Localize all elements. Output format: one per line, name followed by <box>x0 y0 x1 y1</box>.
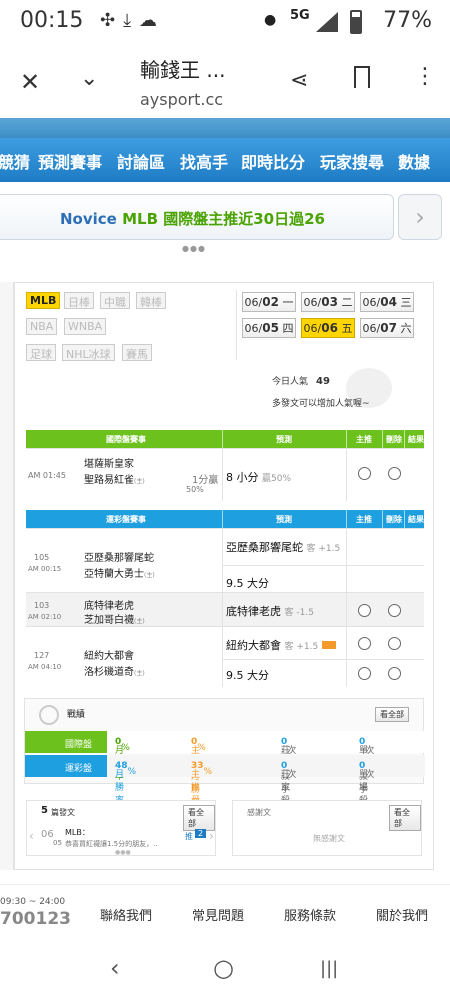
battery-percent: 77% <box>383 8 432 33</box>
sport-tag[interactable]: 中職 <box>100 292 130 309</box>
nav-item[interactable]: 預測賽事 <box>38 149 102 173</box>
browser-toolbar: ✕ ⌄ 輸錢王 ... aysport.cc ⋖ ⋮ <box>0 46 450 118</box>
footer-link[interactable]: 常見問題 <box>192 905 244 924</box>
sport-tag[interactable]: 韓棒 <box>136 292 166 309</box>
chevron-right-icon[interactable]: › <box>209 829 214 843</box>
date-button[interactable]: 06/02 一 <box>242 292 296 312</box>
date-button-selected[interactable]: 06/06 五 <box>301 318 355 338</box>
system-nav-bar: ‹ ○ ||| <box>0 940 450 1000</box>
delete-radio[interactable] <box>388 604 401 617</box>
delete-radio[interactable] <box>388 467 401 480</box>
service-phone[interactable]: 700123 <box>0 909 71 929</box>
close-icon[interactable]: ✕ <box>20 68 40 96</box>
signal-icon <box>316 12 338 32</box>
chevron-down-icon[interactable]: ⌄ <box>80 66 98 91</box>
main-pick-radio[interactable] <box>358 604 371 617</box>
table-row: 105 AM 00:15 亞歷桑那響尾蛇 亞特蘭大勇士(主) 亞歷桑那響尾蛇 客… <box>26 528 424 593</box>
home-icon[interactable]: ○ <box>213 954 234 982</box>
nav-item[interactable]: 數據 <box>398 149 430 173</box>
sport-tag[interactable]: 日棒 <box>64 292 94 309</box>
date-button[interactable]: 06/07 六 <box>360 318 414 338</box>
share-icon[interactable]: ⋖ <box>290 68 308 93</box>
table-row: 127 AM 04:10 紐約大都會 洛杉磯道奇(主) 紐約大都會 客 +1.5… <box>26 626 424 687</box>
sport-tag[interactable]: WNBA <box>64 318 107 335</box>
intl-table-header: 國際盤賽事 預測 主推 刪除 結果 <box>26 430 424 448</box>
status-bar: 00:15 ✣⤓☁ ● 5G 77% <box>0 0 450 46</box>
date-button[interactable]: 06/05 四 <box>242 318 296 338</box>
nav-item[interactable]: 即時比分 <box>241 149 305 173</box>
thanks-box: 感謝文 看全部 無感謝文 <box>232 800 422 856</box>
dot-icon: ● <box>264 12 277 28</box>
main-pick-radio[interactable] <box>358 667 371 680</box>
calculator-icon <box>321 641 336 649</box>
main-pick-radio[interactable] <box>358 467 371 480</box>
banner-text: Novice MLB 國際盤主推近30日過26 <box>60 210 325 228</box>
promo-banner[interactable]: Novice MLB 國際盤主推近30日過26 <box>0 194 394 240</box>
view-all-button[interactable]: 看全部 <box>183 805 215 831</box>
footer: 09:30 ~ 24:00 700123 聯絡我們 常見問題 服務條款 關於我們 <box>0 884 450 938</box>
url-text[interactable]: aysport.cc <box>140 90 223 109</box>
sport-table-header: 運彩盤賽事 預測 主推 刪除 結果 <box>26 510 424 528</box>
target-icon <box>39 705 59 725</box>
popularity: 今日人氣 49 <box>272 376 330 387</box>
notification-icons: ✣⤓☁ <box>100 10 166 31</box>
popularity-note: 多發文可以增加人氣喔~ <box>272 399 370 409</box>
sport-tag[interactable]: NHL冰球 <box>62 344 115 361</box>
nav-item[interactable]: 討論區 <box>117 149 165 173</box>
sport-tag-mlb[interactable]: MLB <box>26 292 61 309</box>
view-all-button[interactable]: 看全部 <box>375 707 409 722</box>
view-all-button[interactable]: 看全部 <box>389 805 421 831</box>
back-icon[interactable]: ‹ <box>110 954 120 982</box>
post-snippet[interactable]: 恭喜買紅襪讓1.5分的朋友，.. <box>65 839 158 849</box>
left-column-edge <box>0 282 14 870</box>
nav-item[interactable]: 玩家搜尋 <box>320 149 384 173</box>
table-row: 103 AM 02:10 底特律老虎 芝加哥白襪(主) 底特律老虎 客 -1.5 <box>26 592 424 627</box>
main-pick-radio[interactable] <box>358 637 371 650</box>
divider <box>236 290 237 360</box>
recents-icon[interactable]: ||| <box>320 958 338 979</box>
nav-item[interactable]: 競猜 <box>0 149 30 173</box>
delete-radio[interactable] <box>388 667 401 680</box>
footer-link[interactable]: 聯絡我們 <box>100 905 152 924</box>
service-hours: 09:30 ~ 24:00 <box>0 897 66 907</box>
nav-item[interactable]: 找高手 <box>180 149 228 173</box>
record-panel: 戰績 看全部 國際盤 月勝率 0 % 主推月勝率 0 % 莊家殺手 0 次 單場… <box>24 698 425 832</box>
table-row: AM 01:45 堪薩斯皇家 聖路易紅雀(主) 1分贏 50% 8 小分 贏50… <box>26 448 424 501</box>
date-button[interactable]: 06/04 三 <box>360 292 414 312</box>
sport-record-row: 運彩盤 月勝率 48 % 主推月勝率 33 % 莊家殺手 0 次 單場殺手 0 … <box>25 755 425 832</box>
posts-box: 5 篇發文 看全部 ‹ 06 05 MLB： 恭喜買紅襪讓1.5分的朋友，.. … <box>26 800 216 856</box>
carousel-dots[interactable]: ●●● <box>182 244 206 253</box>
main-nav: 競猜 預測賽事 討論區 找高手 即時比分 玩家搜尋 數據 <box>0 138 450 182</box>
more-icon[interactable]: ⋮ <box>414 64 436 89</box>
footer-link[interactable]: 服務條款 <box>284 905 336 924</box>
chevron-left-icon[interactable]: ‹ <box>29 829 34 843</box>
footer-link[interactable]: 關於我們 <box>376 905 428 924</box>
chevron-right-icon[interactable]: › <box>398 194 442 240</box>
delete-radio[interactable] <box>388 637 401 650</box>
sport-tag[interactable]: 足球 <box>26 344 56 361</box>
sport-tag[interactable]: NBA <box>26 318 58 335</box>
intl-record-row: 國際盤 月勝率 0 % 主推月勝率 0 % 莊家殺手 0 次 單場殺手 0 次 <box>25 731 425 808</box>
battery-icon <box>350 10 362 34</box>
clock: 00:15 <box>20 8 84 33</box>
bookmark-icon[interactable] <box>354 66 370 88</box>
header-strip <box>0 118 450 138</box>
sport-tag[interactable]: 賽馬 <box>122 344 152 361</box>
network-label: 5G <box>290 8 310 23</box>
page-title: 輸錢王 ... <box>140 58 226 82</box>
date-button[interactable]: 06/03 二 <box>301 292 355 312</box>
carousel-dots[interactable]: ●●● <box>115 849 131 856</box>
